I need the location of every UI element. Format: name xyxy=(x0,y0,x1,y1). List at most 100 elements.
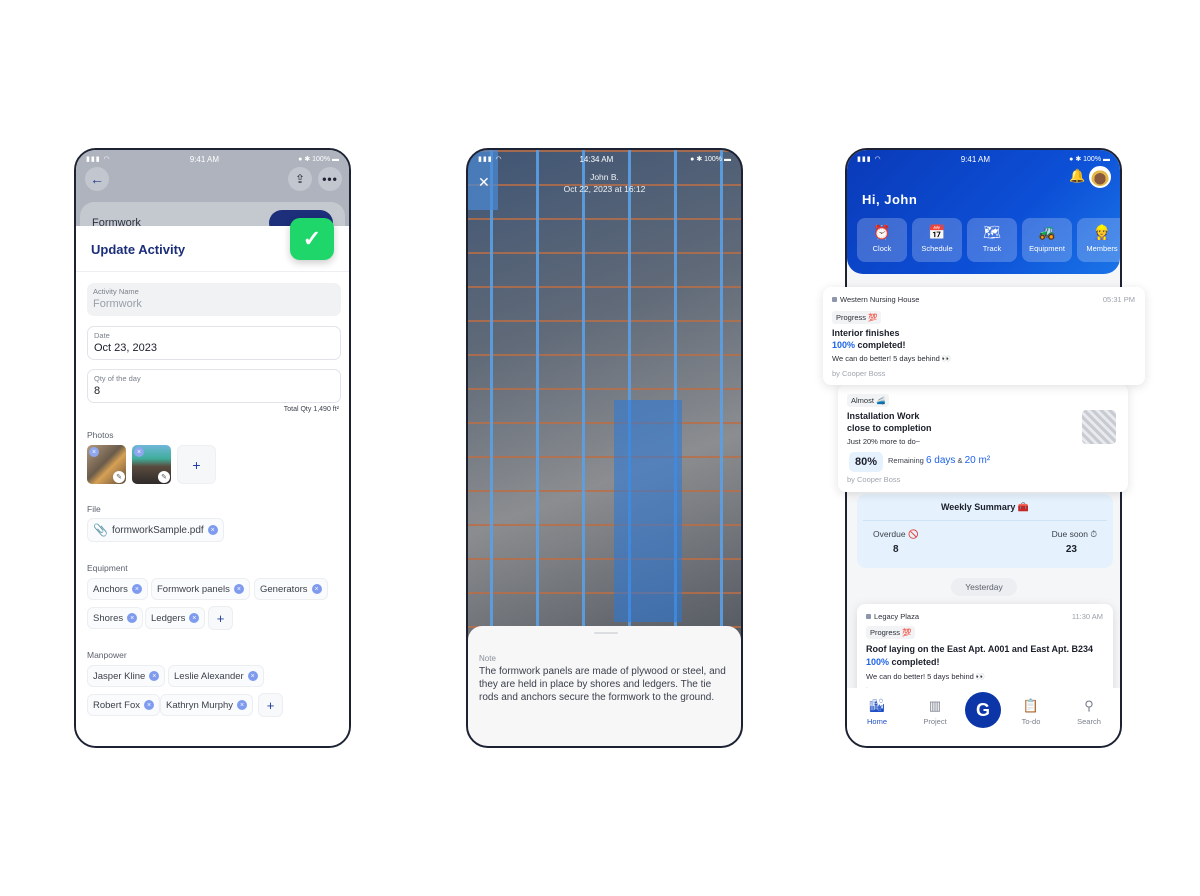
more-button[interactable]: ••• xyxy=(318,167,342,191)
back-button[interactable]: ← xyxy=(85,167,109,191)
chip-label: Anchors xyxy=(93,583,128,595)
manpower-chip[interactable]: Jasper Kline × xyxy=(87,665,166,687)
date-field[interactable]: Date Oct 23, 2023 xyxy=(87,326,341,360)
drag-handle[interactable] xyxy=(594,632,618,634)
signal-icon: ▮▮▮ ◠ xyxy=(857,156,882,163)
quick-action-label: Equipment xyxy=(1029,244,1065,253)
chip-label: Ledgers xyxy=(151,612,186,624)
sheet-title: Update Activity xyxy=(91,242,186,257)
weekly-summary-card[interactable]: Weekly Summary 🧰 Overdue 🚫 8 Due soon ⏱ … xyxy=(857,494,1113,568)
workers-icon: 👷 xyxy=(1093,224,1111,240)
paperclip-icon: 📎 xyxy=(93,523,108,537)
more-icon: ••• xyxy=(322,172,338,186)
equipment-chip[interactable]: Generators × xyxy=(254,578,328,600)
quick-action-equipment[interactable]: 🚜 Equipment xyxy=(1022,218,1072,262)
manpower-chip[interactable]: Robert Fox × xyxy=(87,694,160,716)
manpower-chip[interactable]: Leslie Alexander × xyxy=(168,665,264,687)
author-line: by Cooper Boss xyxy=(847,475,901,484)
card-time: 05:31 PM xyxy=(1102,295,1135,304)
quick-action-clock[interactable]: ⏰ Clock xyxy=(857,218,907,262)
overdue-value: 8 xyxy=(893,544,899,555)
checkmark-icon: ✓ xyxy=(302,226,322,251)
file-label: File xyxy=(87,504,101,514)
status-time: 9:41 AM xyxy=(960,154,991,164)
notification-card[interactable]: Western Nursing House 05:31 PM Progress … xyxy=(823,287,1145,385)
remove-chip-icon[interactable]: × xyxy=(233,584,244,594)
avatar[interactable] xyxy=(1089,166,1111,188)
search-icon: ⚲ xyxy=(1084,698,1094,713)
remove-photo-icon[interactable]: × xyxy=(89,447,99,457)
tab-label: Home xyxy=(866,717,887,726)
safety-net xyxy=(614,400,682,622)
equipment-chip[interactable]: Shores × xyxy=(87,607,144,629)
map-pin-icon: 🗺 xyxy=(983,224,1001,240)
center-action-button[interactable]: G xyxy=(965,692,1001,728)
field-value: Formwork xyxy=(93,298,142,310)
tab-label: Project xyxy=(923,717,947,726)
battery-indicator: ● ✱ 100% ▬ xyxy=(298,156,339,163)
remove-chip-icon[interactable]: × xyxy=(144,700,154,710)
field-value: 8 xyxy=(94,385,101,397)
buildings-icon: ▥ xyxy=(928,698,942,713)
calendar-icon: 📅 xyxy=(928,224,946,240)
battery-indicator: ● ✱ 100% ▬ xyxy=(1069,156,1110,163)
file-name: formworkSample.pdf xyxy=(111,524,204,536)
remove-chip-icon[interactable]: × xyxy=(311,584,322,594)
quick-action-label: Track xyxy=(982,244,1002,253)
activity-thumbnail xyxy=(1082,410,1116,444)
equipment-chip[interactable]: Formwork panels × xyxy=(151,578,250,600)
author-line: by Cooper Boss xyxy=(832,369,886,378)
file-chip[interactable]: 📎 formworkSample.pdf × xyxy=(87,518,224,542)
remaining-days: 6 days xyxy=(925,455,956,466)
qty-field[interactable]: Qty of the day 8 xyxy=(87,369,341,403)
remove-chip-icon[interactable]: × xyxy=(149,671,160,681)
completion-percent: 100% xyxy=(866,657,890,667)
tab-todo[interactable]: 📋 To-do xyxy=(1009,698,1053,726)
remove-chip-icon[interactable]: × xyxy=(189,613,200,623)
status-bar: ▮▮▮ ◠ 9:41 AM ● ✱ 100% ▬ xyxy=(847,150,1120,168)
excavator-icon: 🚜 xyxy=(1038,224,1056,240)
plus-icon: + xyxy=(216,610,225,626)
remaining-label: Remaining xyxy=(888,456,924,465)
remove-chip-icon[interactable]: × xyxy=(247,671,258,681)
quick-action-label: Members xyxy=(1086,244,1118,253)
add-equipment-button[interactable]: + xyxy=(208,606,233,630)
photo-thumbnail[interactable]: × ✎ xyxy=(87,445,126,484)
add-manpower-button[interactable]: + xyxy=(258,693,283,717)
signal-icon: ▮▮▮ ◠ xyxy=(478,156,503,163)
add-photo-button[interactable]: + xyxy=(177,445,216,484)
notification-bell-icon[interactable]: 🔔 xyxy=(1069,168,1085,184)
photo-thumbnail[interactable]: × ✎ xyxy=(132,445,171,484)
tab-project[interactable]: ▥ Project xyxy=(913,698,957,726)
completion-text: completed! xyxy=(889,657,940,667)
completion-percent: 100% xyxy=(832,340,856,350)
edit-photo-icon[interactable]: ✎ xyxy=(158,471,170,483)
share-button[interactable]: ⇪ xyxy=(288,167,312,191)
remaining-info: Remaining 6 days & 20 m² xyxy=(888,455,990,466)
remove-chip-icon[interactable]: × xyxy=(127,613,138,623)
quick-action-schedule[interactable]: 📅 Schedule xyxy=(912,218,962,262)
remove-photo-icon[interactable]: × xyxy=(134,447,144,457)
tab-home[interactable]: 🏙 Home xyxy=(855,698,899,726)
due-soon-value: 23 xyxy=(1065,544,1077,555)
project-name: Western Nursing House xyxy=(832,295,919,304)
confirm-button[interactable]: ✓ xyxy=(290,218,334,260)
equipment-chip[interactable]: Anchors × xyxy=(87,578,148,600)
edit-photo-icon[interactable]: ✎ xyxy=(113,471,125,483)
note-sheet: Note The formwork panels are made of ply… xyxy=(468,626,741,746)
weekly-summary-title: Weekly Summary 🧰 xyxy=(940,502,1030,512)
remove-chip-icon[interactable]: × xyxy=(237,700,248,710)
installation-work-card[interactable]: Almost 🚄 Installation Work close to comp… xyxy=(838,384,1128,492)
activity-title-line2: close to completion xyxy=(847,423,932,433)
manpower-chip[interactable]: Kathryn Murphy × xyxy=(160,694,254,716)
tab-search[interactable]: ⚲ Search xyxy=(1067,698,1111,726)
chip-label: Formwork panels xyxy=(157,583,230,595)
quick-action-track[interactable]: 🗺 Track xyxy=(967,218,1017,262)
activity-title: Installation Work xyxy=(847,411,920,421)
quick-action-members[interactable]: 👷 Members xyxy=(1077,218,1120,262)
activity-name-field[interactable]: Activity Name Formwork xyxy=(87,283,341,316)
remove-chip-icon[interactable]: × xyxy=(131,584,142,594)
chip-label: Shores xyxy=(93,612,124,624)
equipment-chip[interactable]: Ledgers × xyxy=(145,607,206,629)
remove-file-icon[interactable]: × xyxy=(207,525,218,535)
